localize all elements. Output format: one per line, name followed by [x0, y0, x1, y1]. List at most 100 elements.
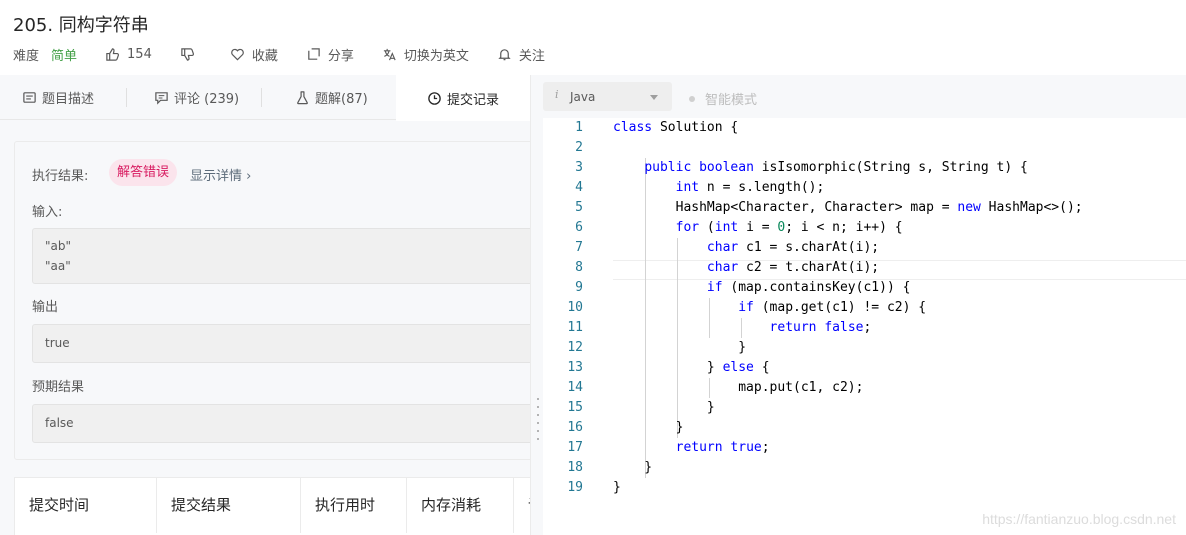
- switch-language-button[interactable]: 切换为英文: [382, 45, 469, 64]
- language-select[interactable]: i Java: [543, 82, 672, 111]
- code-line[interactable]: if (map.containsKey(c1)) {: [613, 278, 911, 298]
- code-line[interactable]: for (int i = 0; i < n; i++) {: [613, 218, 903, 238]
- expected-value: false: [45, 416, 74, 430]
- submission-result-card: 执行结果: 解答错误 显示详情 › 输入: "ab" "aa" 输出 true …: [14, 141, 530, 460]
- line-number: 9: [575, 280, 583, 295]
- code-line[interactable]: }: [613, 418, 684, 438]
- like-button[interactable]: 154: [105, 47, 152, 62]
- bell-icon: [498, 48, 511, 60]
- line-number: 19: [567, 480, 583, 495]
- chevron-down-icon: [650, 95, 658, 100]
- tab-description[interactable]: 题目描述: [22, 75, 94, 120]
- code-line[interactable]: map.put(c1, c2);: [613, 378, 863, 398]
- code-line[interactable]: class Solution {: [613, 118, 738, 138]
- follow-button[interactable]: 关注: [497, 45, 545, 64]
- code-line[interactable]: public boolean isIsomorphic(String s, St…: [613, 158, 1028, 178]
- result-label: 执行结果:: [32, 169, 89, 184]
- tab-divider: [261, 88, 262, 107]
- thumbs-down-icon: [181, 47, 194, 61]
- info-icon: i: [555, 88, 559, 101]
- code-line[interactable]: char c1 = s.charAt(i);: [613, 238, 879, 258]
- line-number: 13: [567, 360, 583, 375]
- code-line[interactable]: HashMap<Character, Character> map = new …: [613, 198, 1083, 218]
- expected-label: 预期结果: [32, 380, 85, 395]
- share-label: 分享: [327, 48, 354, 64]
- code-line[interactable]: }: [613, 478, 621, 498]
- column-header-runtime[interactable]: 执行用时: [301, 478, 407, 533]
- line-number: 17: [567, 440, 583, 455]
- grip-dot: [537, 398, 539, 400]
- code-line[interactable]: }: [613, 338, 746, 358]
- favorite-button[interactable]: 收藏: [230, 45, 278, 64]
- line-number: 10: [567, 300, 583, 315]
- difficulty-label: 难度: [13, 48, 40, 64]
- line-number: 6: [575, 220, 583, 235]
- grip-dot: [537, 422, 539, 424]
- like-count: 154: [127, 46, 152, 62]
- editor-toolbar: i Java 智能模式: [543, 75, 1186, 118]
- problem-title: 205. 同构字符串: [13, 15, 149, 36]
- toggle-dot-icon: [689, 95, 695, 102]
- column-header-language[interactable]: 语: [514, 478, 530, 533]
- tab-submissions[interactable]: 提交记录: [396, 75, 530, 121]
- code-line[interactable]: }: [613, 458, 652, 478]
- line-number: 7: [575, 240, 583, 255]
- code-line[interactable]: return false;: [613, 318, 872, 338]
- line-number: 12: [567, 340, 583, 355]
- show-details-link[interactable]: 显示详情 ›: [190, 165, 251, 184]
- status-badge: 解答错误: [109, 159, 178, 186]
- code-line[interactable]: return true;: [613, 438, 770, 458]
- tab-comments[interactable]: 评论 (239): [154, 75, 239, 120]
- line-number: 14: [567, 380, 583, 395]
- tab-comments-label: 评论 (239): [174, 92, 240, 107]
- line-number: 11: [567, 320, 583, 335]
- line-number: 8: [575, 260, 583, 275]
- line-number: 5: [575, 200, 583, 215]
- tab-solutions-label: 题解(87): [315, 92, 368, 107]
- column-header-memory[interactable]: 内存消耗: [407, 478, 514, 533]
- code-line[interactable]: int n = s.length();: [613, 178, 825, 198]
- clock-icon: [428, 91, 441, 105]
- code-line[interactable]: } else {: [613, 358, 770, 378]
- dislike-button[interactable]: [180, 47, 202, 62]
- language-value: Java: [570, 90, 596, 104]
- follow-label: 关注: [518, 48, 545, 64]
- expected-box: false: [32, 404, 530, 443]
- favorite-label: 收藏: [251, 48, 278, 64]
- grip-dot: [537, 430, 539, 432]
- watermark-text: https://fantianzuo.blog.csdn.net: [982, 511, 1176, 527]
- tab-submissions-label: 提交记录: [446, 92, 499, 108]
- tab-solutions[interactable]: 题解(87): [295, 75, 368, 120]
- input-label: 输入:: [32, 205, 63, 220]
- line-number: 4: [575, 180, 583, 195]
- grip-dot: [537, 438, 539, 440]
- pane-resize-handle[interactable]: [530, 75, 543, 535]
- heart-icon: [231, 48, 244, 61]
- left-panel: 题目描述 评论 (239) 题解(87) 提交记录 执行结果: 解答错误 显示详…: [0, 75, 530, 535]
- tab-description-label: 题目描述: [42, 92, 95, 107]
- panel-tabs: 题目描述 评论 (239) 题解(87) 提交记录: [0, 75, 530, 121]
- code-line[interactable]: char c2 = t.charAt(i);: [613, 258, 879, 278]
- share-icon: [308, 47, 320, 60]
- line-number: 1: [575, 120, 583, 135]
- smart-mode-toggle[interactable]: 智能模式: [689, 89, 757, 108]
- tab-divider: [126, 88, 127, 107]
- leetcode-page: 205. 同构字符串 难度 简单 154 收藏 分享 切换为英文 关注 题目描述…: [0, 0, 1186, 535]
- column-header-submit-result[interactable]: 提交结果: [157, 478, 301, 533]
- line-number: 3: [575, 160, 583, 175]
- editor-panel: i Java 智能模式 1 2 3 4 5 6 7 8 9 10 11 12 1…: [543, 75, 1186, 535]
- output-value: true: [45, 336, 70, 350]
- smart-mode-label: 智能模式: [705, 93, 758, 108]
- input-line: "aa": [45, 259, 71, 273]
- code-line[interactable]: }: [613, 398, 715, 418]
- line-number: 18: [567, 460, 583, 475]
- code-editor[interactable]: 1 2 3 4 5 6 7 8 9 10 11 12 13 14 15 16 1…: [543, 118, 1186, 535]
- code-line[interactable]: if (map.get(c1) != c2) {: [613, 298, 926, 318]
- share-button[interactable]: 分享: [306, 45, 354, 64]
- flask-icon: [297, 91, 308, 105]
- input-line: "ab": [45, 239, 72, 253]
- column-header-submit-time[interactable]: 提交时间: [15, 478, 157, 533]
- line-number: 15: [567, 400, 583, 415]
- problem-meta-bar: 难度 简单 154 收藏 分享 切换为英文 关注: [13, 44, 573, 64]
- input-box: "ab" "aa": [32, 228, 530, 284]
